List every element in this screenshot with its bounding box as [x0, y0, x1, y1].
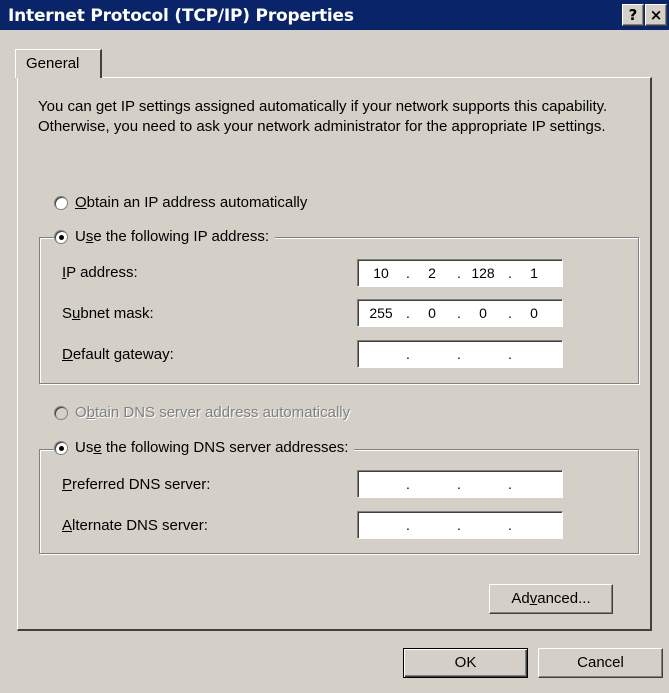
octet-separator: .: [457, 265, 461, 281]
alternate-dns-label: Alternate DNS server:: [62, 517, 208, 534]
cancel-button-label: Cancel: [577, 654, 624, 671]
octet-separator: .: [508, 265, 512, 281]
octet-separator: .: [406, 517, 410, 533]
use-following-dns-radio[interactable]: Use the following DNS server addresses:: [54, 439, 355, 456]
ip-octet: 255: [369, 305, 393, 321]
default-gateway-field[interactable]: . . .: [357, 340, 563, 368]
intro-text: You can get IP settings assigned automat…: [38, 98, 608, 135]
obtain-dns-auto-radio-circle: [54, 405, 68, 420]
preferred-dns-label: Preferred DNS server:: [62, 476, 211, 493]
advanced-button-label: Advanced...: [511, 590, 591, 607]
cancel-button[interactable]: Cancel: [538, 648, 663, 678]
octet-separator: .: [457, 476, 461, 492]
obtain-ip-auto-radio[interactable]: Obtain an IP address automatically: [54, 194, 314, 211]
advanced-button[interactable]: Advanced...: [489, 584, 613, 614]
ip-octet: 0: [530, 305, 538, 321]
title-bar: Internet Protocol (TCP/IP) Properties ? …: [0, 0, 669, 30]
ip-address-field[interactable]: 10 . 2 . 128 . 1: [357, 259, 563, 287]
use-following-ip-radio[interactable]: Use the following IP address:: [54, 228, 276, 245]
use-following-dns-radio-circle: [54, 440, 68, 455]
obtain-dns-auto-radio[interactable]: Obtain DNS server address automatically: [54, 404, 357, 421]
ip-octet: 2: [428, 265, 436, 281]
octet-separator: .: [457, 305, 461, 321]
obtain-ip-auto-radio-circle: [54, 195, 68, 210]
octet-separator: .: [508, 346, 512, 362]
ip-octet: 0: [479, 305, 487, 321]
octet-separator: .: [457, 517, 461, 533]
ip-address-label: IP address:: [62, 264, 138, 281]
obtain-dns-auto-label: Obtain DNS server address automatically: [75, 404, 351, 421]
octet-separator: .: [406, 476, 410, 492]
help-button[interactable]: ?: [622, 4, 644, 26]
window-title: Internet Protocol (TCP/IP) Properties: [8, 6, 354, 26]
close-icon: ×: [649, 6, 663, 24]
preferred-dns-field[interactable]: . . .: [357, 470, 563, 498]
tab-general-label: General: [26, 55, 80, 72]
ok-button-label: OK: [454, 654, 477, 671]
ip-octet: 0: [428, 305, 436, 321]
ip-octet: 10: [373, 265, 389, 281]
use-following-dns-label: Use the following DNS server addresses:: [75, 439, 349, 456]
default-gateway-label: Default gateway:: [62, 346, 174, 363]
octet-separator: .: [457, 346, 461, 362]
help-icon: ?: [628, 6, 638, 24]
ip-octet: 1: [530, 265, 538, 281]
octet-separator: .: [508, 517, 512, 533]
close-button[interactable]: ×: [645, 4, 667, 26]
octet-separator: .: [508, 305, 512, 321]
use-following-ip-radio-circle: [54, 229, 68, 244]
octet-separator: .: [406, 346, 410, 362]
subnet-mask-field[interactable]: 255 . 0 . 0 . 0: [357, 299, 563, 327]
octet-separator: .: [406, 305, 410, 321]
subnet-mask-label: Subnet mask:: [62, 305, 154, 322]
ok-button[interactable]: OK: [403, 648, 528, 678]
octet-separator: .: [406, 265, 410, 281]
octet-separator: .: [508, 476, 512, 492]
tab-general[interactable]: General: [15, 49, 102, 78]
ip-octet: 128: [471, 265, 495, 281]
obtain-ip-auto-label: Obtain an IP address automatically: [75, 194, 308, 211]
alternate-dns-field[interactable]: . . .: [357, 511, 563, 539]
use-following-ip-label: Use the following IP address:: [75, 228, 270, 245]
